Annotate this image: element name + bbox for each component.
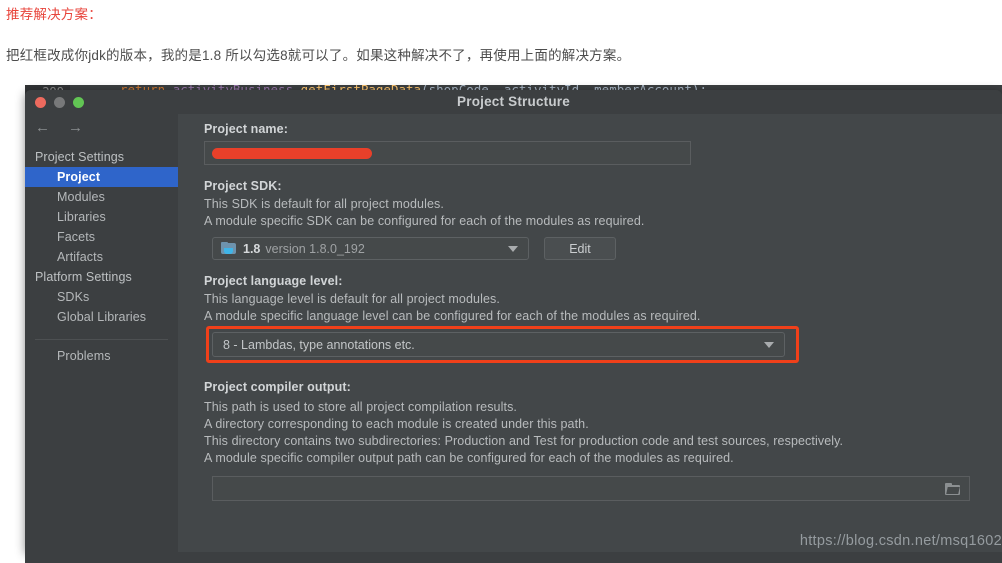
blog-watermark: https://blog.csdn.net/msq1602 xyxy=(799,533,1002,549)
dialog-bottom-strip xyxy=(25,552,1002,563)
sidebar-item-sdks[interactable]: SDKs xyxy=(25,287,178,307)
project-sdk-desc-line-2: A module specific SDK can be configured … xyxy=(204,214,645,228)
compiler-output-input[interactable] xyxy=(212,476,970,501)
compiler-output-label: Project compiler output: xyxy=(204,380,351,394)
dialog-titlebar: Project Structure xyxy=(25,90,1002,115)
sidebar-divider xyxy=(35,339,168,340)
sidebar-item-modules[interactable]: Modules xyxy=(25,187,178,207)
project-sdk-label: Project SDK: xyxy=(204,179,282,193)
language-level-desc-line-2: A module specific language level can be … xyxy=(204,309,701,323)
project-structure-dialog: Project Structure ← → Project Settings P… xyxy=(25,90,1002,552)
language-level-dropdown[interactable]: 8 - Lambdas, type annotations etc. xyxy=(212,332,785,357)
project-name-redaction xyxy=(212,148,372,159)
project-name-input[interactable] xyxy=(204,141,691,165)
article-heading: 推荐解决方案： xyxy=(6,7,102,22)
compiler-output-desc-line-2: A directory corresponding to each module… xyxy=(204,417,589,431)
language-level-desc-line-1: This language level is default for all p… xyxy=(204,292,500,306)
dialog-title: Project Structure xyxy=(457,94,570,109)
back-arrow-icon[interactable]: ← xyxy=(35,120,50,135)
project-sdk-selected-version: version 1.8.0_192 xyxy=(265,241,365,256)
compiler-output-desc-line-4: A module specific compiler output path c… xyxy=(204,451,734,465)
folder-browse-icon[interactable] xyxy=(945,482,960,495)
edit-sdk-button[interactable]: Edit xyxy=(544,237,616,260)
settings-sidebar: ← → Project Settings Project Modules Lib… xyxy=(25,114,179,552)
sidebar-item-problems[interactable]: Problems xyxy=(25,346,178,366)
chevron-down-icon xyxy=(508,245,518,252)
sidebar-nav-arrows: ← → xyxy=(35,120,83,135)
compiler-output-desc-line-3: This directory contains two subdirectori… xyxy=(204,434,844,448)
project-sdk-dropdown[interactable]: 1.8 version 1.8.0_192 xyxy=(212,237,529,260)
project-sdk-desc-line-1: This SDK is default for all project modu… xyxy=(204,197,444,211)
sidebar-item-list: Project Settings Project Modules Librari… xyxy=(25,147,178,366)
compiler-output-desc-line-1: This path is used to store all project c… xyxy=(204,400,517,414)
language-level-selected-value: 8 - Lambdas, type annotations etc. xyxy=(223,337,415,352)
language-level-label: Project language level: xyxy=(204,274,343,288)
project-sdk-selected-short: 1.8 xyxy=(243,241,261,256)
project-name-label: Project name: xyxy=(204,122,288,136)
sidebar-group-project-settings: Project Settings xyxy=(35,150,125,164)
sidebar-item-artifacts[interactable]: Artifacts xyxy=(25,247,178,267)
settings-content-panel: Project name: Project SDK: This SDK is d… xyxy=(178,114,1002,552)
sidebar-group-platform-settings: Platform Settings xyxy=(35,270,132,284)
article-text-block: 推荐解决方案： 把红框改成你jdk的版本，我的是1.8 所以勾选8就可以了。如果… xyxy=(0,0,1002,86)
sidebar-item-facets[interactable]: Facets xyxy=(25,227,178,247)
sidebar-item-libraries[interactable]: Libraries xyxy=(25,207,178,227)
chevron-down-icon xyxy=(764,341,774,348)
forward-arrow-icon[interactable]: → xyxy=(68,120,83,135)
sidebar-item-project[interactable]: Project xyxy=(25,167,178,187)
sidebar-item-global-libraries[interactable]: Global Libraries xyxy=(25,307,178,327)
article-body: 把红框改成你jdk的版本，我的是1.8 所以勾选8就可以了。如果这种解决不了，再… xyxy=(6,48,631,63)
java-sdk-folder-icon xyxy=(221,241,237,256)
